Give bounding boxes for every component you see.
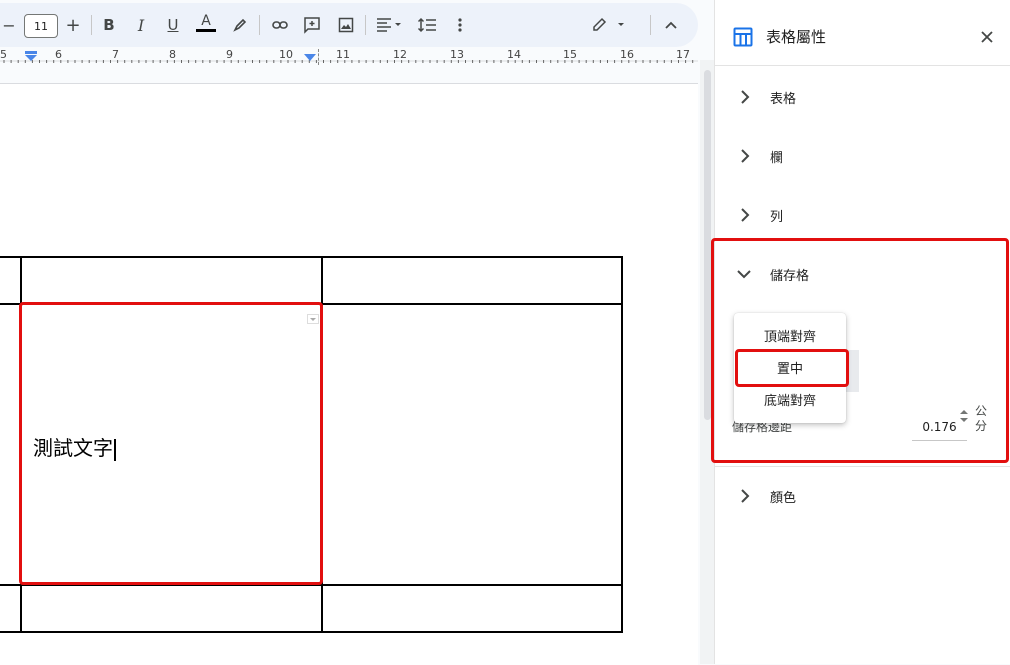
align-left-icon [377,18,401,32]
italic-button[interactable]: I [130,3,152,47]
decrease-font-size-button[interactable]: − [0,3,18,47]
ruler-number: 9 [226,48,233,61]
panel-divider [714,65,1010,66]
editing-mode-button[interactable] [588,3,630,47]
ruler-number: 5 [0,48,7,61]
font-size-input[interactable]: 11 [24,14,58,38]
ruler-number: 17 [676,48,690,61]
image-icon [338,17,354,33]
ruler-number: 14 [507,48,521,61]
increase-font-size-button[interactable]: + [62,3,84,47]
text-color-label: A [201,13,211,29]
section-label: 顏色 [770,490,797,506]
highlight-annotation [711,238,1009,463]
highlighter-icon [233,18,247,32]
horizontal-ruler[interactable]: 5 6 7 8 9 10 11 12 13 14 15 16 17 [0,47,698,69]
chevron-right-icon [741,489,750,503]
toolbar-divider [259,15,260,35]
text-color-swatch [196,29,216,32]
section-label: 欄 [770,150,784,166]
panel-title: 表格屬性 [766,28,827,46]
toolbar-divider [365,15,366,35]
ruler-number: 6 [55,48,62,61]
ruler-number: 12 [393,48,407,61]
left-indent-marker[interactable] [24,51,38,61]
bold-button[interactable]: B [98,3,120,47]
ruler-number: 16 [620,48,634,61]
highlight-color-button[interactable] [228,3,252,47]
ruler-number: 10 [279,48,293,61]
collapse-toolbar-button[interactable] [660,3,682,47]
chevron-right-icon [741,90,750,104]
table-cell[interactable] [22,258,321,303]
panel-divider [714,466,1010,467]
ruler-number: 13 [450,48,464,61]
line-spacing-button[interactable] [414,3,440,47]
table-cell[interactable] [323,586,621,631]
ruler-number: 8 [169,48,176,61]
table-border [0,631,623,633]
section-column[interactable]: 欄 [714,134,1010,178]
chevron-up-icon [665,21,677,29]
align-dropdown-button[interactable] [372,3,406,47]
ruler-number: 15 [563,48,577,61]
table-border [621,256,623,633]
section-color[interactable]: 顏色 [714,474,1010,518]
text-color-button[interactable]: A [194,3,218,47]
section-label: 表格 [770,91,797,107]
underline-button[interactable]: U [162,3,184,47]
table-cell[interactable] [323,305,621,584]
insert-comment-button[interactable] [300,3,324,47]
insert-link-button[interactable] [268,3,292,47]
insert-image-button[interactable] [334,3,358,47]
link-icon [272,21,288,29]
section-label: 列 [770,209,784,225]
right-indent-marker[interactable] [303,53,317,63]
scrollbar-thumb[interactable] [704,70,711,420]
close-icon[interactable] [980,30,994,44]
column-boundary-marker[interactable] [318,49,320,65]
toolbar-divider [91,15,92,35]
ruler-number: 11 [336,48,350,61]
more-options-button[interactable] [450,3,470,47]
formatting-toolbar: − 11 + B I U A [0,3,698,47]
add-comment-icon [304,17,320,34]
section-table[interactable]: 表格 [714,75,1010,119]
line-spacing-icon [417,17,436,33]
chevron-right-icon [741,149,750,163]
chevron-right-icon [741,208,750,222]
more-vert-icon [458,18,462,32]
highlight-annotation [19,302,323,585]
table-cell[interactable] [323,258,621,303]
toolbar-divider [650,15,651,35]
table-cell[interactable] [22,586,321,631]
table-icon [733,27,753,47]
pencil-icon [593,17,624,31]
section-row[interactable]: 列 [714,193,1010,237]
ruler-number: 7 [112,48,119,61]
